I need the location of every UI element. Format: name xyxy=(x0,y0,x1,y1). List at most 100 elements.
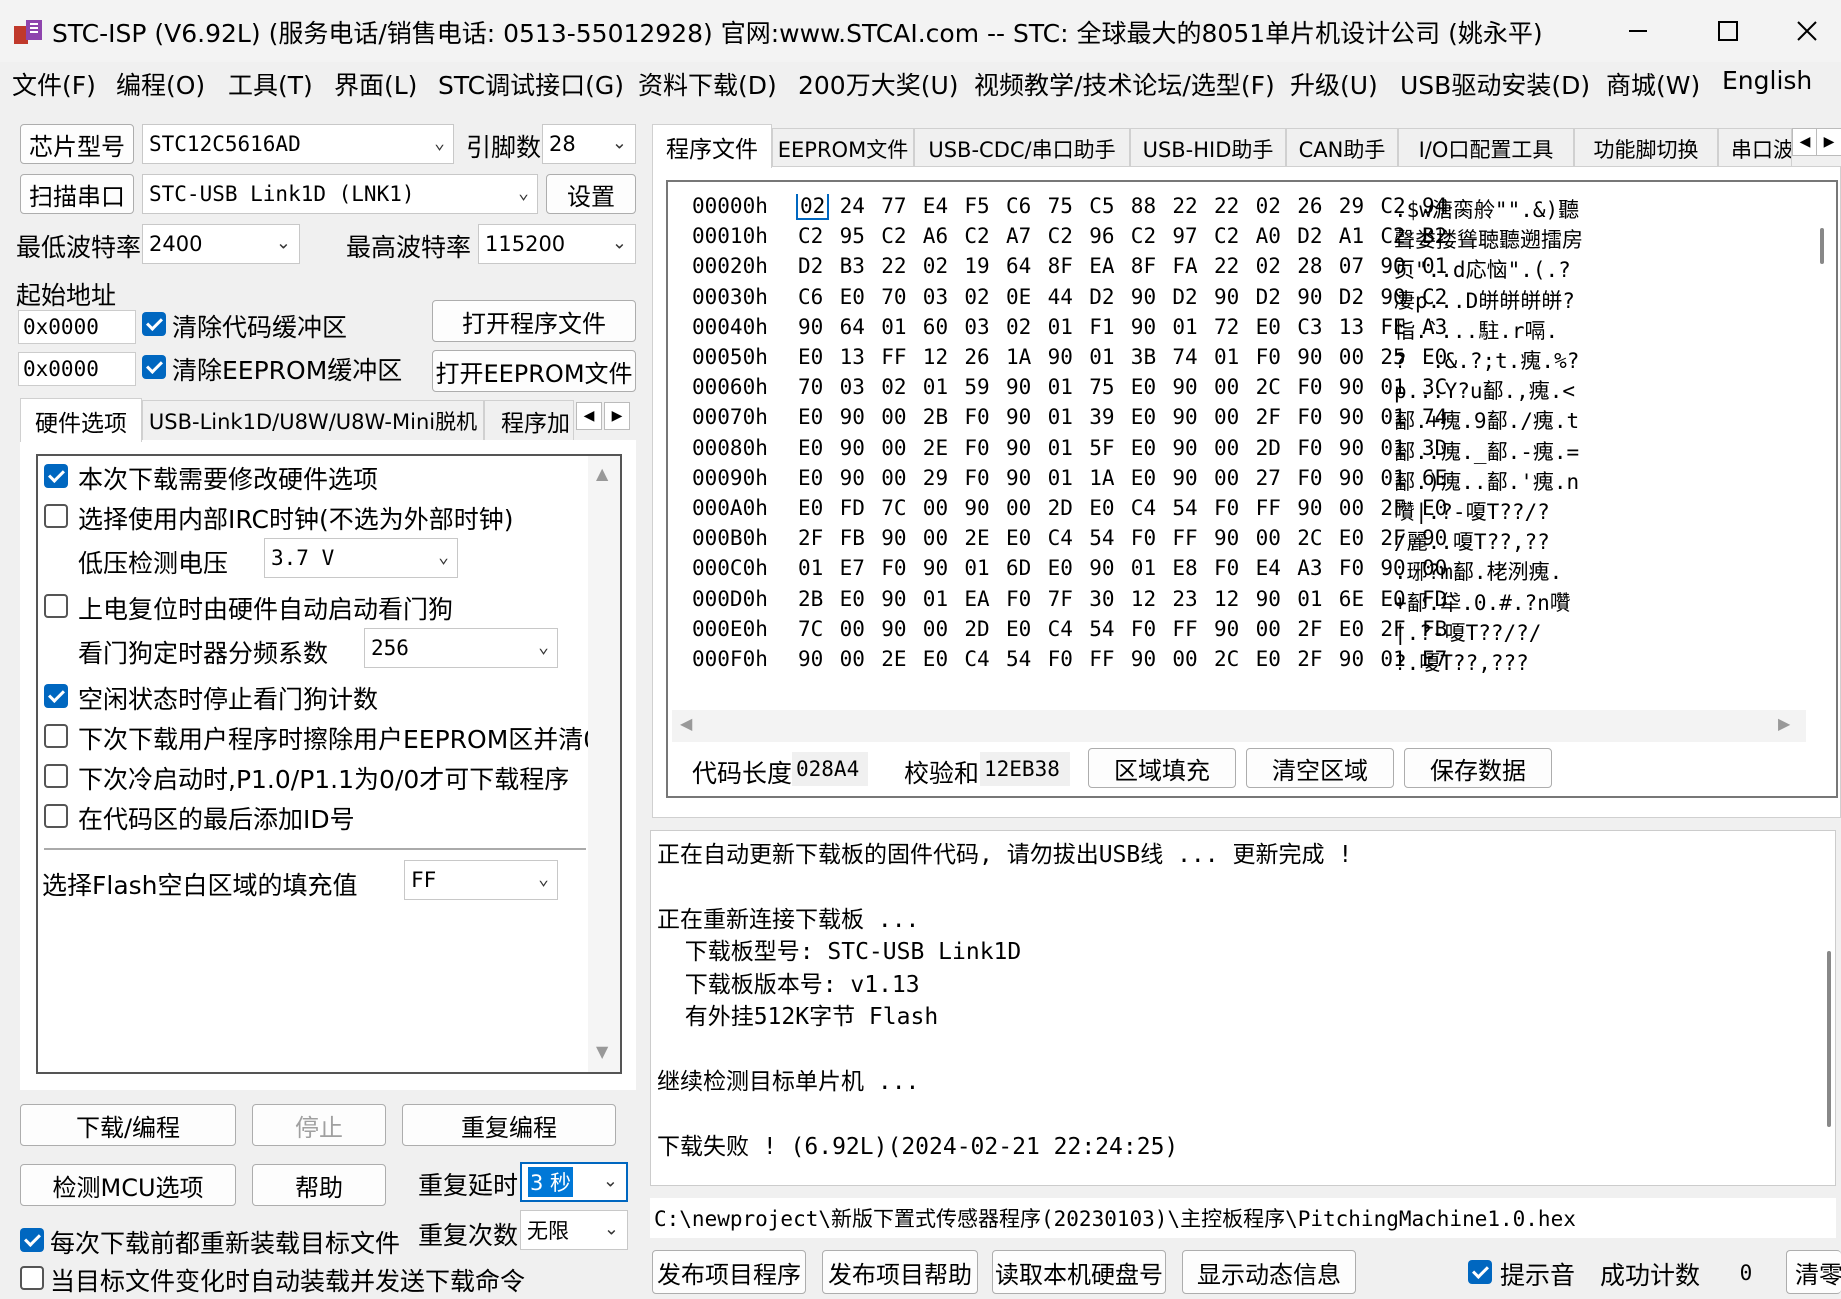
hex-byte[interactable]: D2 xyxy=(1256,285,1281,309)
hex-byte[interactable]: C3 xyxy=(1297,315,1322,339)
hex-byte[interactable]: 54 xyxy=(1089,526,1114,550)
hex-byte[interactable]: 01 xyxy=(923,587,948,611)
hex-byte[interactable]: 7C xyxy=(881,496,906,520)
hex-byte[interactable]: C4 xyxy=(1048,526,1073,550)
clear-eeprom-checkbox[interactable] xyxy=(142,355,166,379)
maximize-button[interactable] xyxy=(1683,0,1773,62)
repeat-program-button[interactable]: 重复编程 xyxy=(402,1104,616,1146)
hex-editor[interactable]: 00000h 02 24 77 E4 F5 C6 75 C5 88 22 22 02 26 29 C2 94 .$… xyxy=(666,180,1838,798)
hex-byte[interactable]: E0 xyxy=(1131,375,1156,399)
hex-byte[interactable]: C2 xyxy=(964,224,989,248)
hex-byte[interactable]: E0 xyxy=(1048,556,1073,580)
hex-byte[interactable]: 90 xyxy=(798,647,823,671)
menu-upgrade[interactable]: 升级(U) xyxy=(1290,66,1378,102)
hex-byte[interactable]: 90 xyxy=(1297,496,1322,520)
hex-byte[interactable]: 00 xyxy=(1172,647,1197,671)
log-output[interactable]: 正在自动更新下载板的固件代码, 请勿拔出USB线 ... 更新完成 ! 正在重新连… xyxy=(650,830,1836,1186)
hex-byte[interactable]: 2B xyxy=(798,587,823,611)
hex-byte[interactable]: C4 xyxy=(1048,617,1073,641)
hex-vertical-scrollbar[interactable] xyxy=(1808,182,1836,712)
hex-byte[interactable]: 29 xyxy=(923,466,948,490)
hex-byte[interactable]: 02 xyxy=(964,285,989,309)
hex-byte[interactable]: 54 xyxy=(1172,496,1197,520)
hex-byte[interactable]: F0 xyxy=(964,436,989,460)
show-dynamic-info-button[interactable]: 显示动态信息 xyxy=(1182,1250,1356,1294)
tab-can[interactable]: CAN助手 xyxy=(1286,128,1398,168)
options-scrollbar[interactable]: ▲ ▼ xyxy=(588,456,620,1072)
hex-byte[interactable]: 90 xyxy=(881,526,906,550)
open-program-file-button[interactable]: 打开程序文件 xyxy=(432,300,636,342)
hex-byte[interactable]: FB xyxy=(840,526,865,550)
hex-byte[interactable]: 59 xyxy=(964,375,989,399)
hex-byte[interactable]: 26 xyxy=(1297,194,1322,218)
auto-watchdog-checkbox[interactable] xyxy=(44,594,68,618)
hex-byte[interactable]: 22 xyxy=(1214,194,1239,218)
hex-byte[interactable]: E0 xyxy=(798,496,823,520)
menu-english[interactable]: English xyxy=(1722,66,1812,95)
hex-byte[interactable]: 8F xyxy=(1131,254,1156,278)
hex-byte[interactable]: 00 xyxy=(1339,496,1364,520)
hex-byte[interactable]: F0 xyxy=(964,405,989,429)
tab-scroll-left-button[interactable]: ◀ xyxy=(576,402,602,430)
hex-byte[interactable]: 5F xyxy=(1089,436,1114,460)
hex-byte[interactable]: 90 xyxy=(1214,617,1239,641)
hex-byte[interactable]: 90 xyxy=(1006,375,1031,399)
hex-byte[interactable]: 2F xyxy=(798,526,823,550)
hex-byte[interactable]: 44 xyxy=(1048,285,1073,309)
hex-byte[interactable]: E4 xyxy=(1256,556,1281,580)
hex-byte[interactable]: 90 xyxy=(1089,556,1114,580)
settings-button[interactable]: 设置 xyxy=(546,174,636,214)
clear-count-button[interactable]: 清零 xyxy=(1786,1250,1841,1294)
hex-byte[interactable]: B3 xyxy=(840,254,865,278)
hex-byte[interactable]: 96 xyxy=(1089,224,1114,248)
hex-byte[interactable]: 90 xyxy=(1214,285,1239,309)
scan-port-button[interactable]: 扫描串口 xyxy=(20,174,134,214)
hex-byte[interactable]: 3B xyxy=(1131,345,1156,369)
hex-byte[interactable]: A0 xyxy=(1256,224,1281,248)
hex-byte[interactable]: 00 xyxy=(1214,405,1239,429)
hex-byte[interactable]: 01 xyxy=(1048,466,1073,490)
hex-byte[interactable]: 2C xyxy=(1214,647,1239,671)
cold-boot-p1-checkbox[interactable] xyxy=(44,764,68,788)
hex-byte[interactable]: 00 xyxy=(881,436,906,460)
hex-byte[interactable]: 95 xyxy=(840,224,865,248)
hex-byte[interactable]: 90 xyxy=(798,315,823,339)
hex-byte[interactable]: C6 xyxy=(1006,194,1031,218)
hex-byte[interactable]: 1A xyxy=(1089,466,1114,490)
menu-interface[interactable]: 界面(L) xyxy=(334,66,417,102)
hex-byte[interactable]: E0 xyxy=(1089,496,1114,520)
auto-send-checkbox[interactable] xyxy=(20,1266,44,1290)
tab-usb-cdc[interactable]: USB-CDC/串口助手 xyxy=(914,128,1130,168)
hex-byte[interactable]: 03 xyxy=(840,375,865,399)
hex-byte[interactable]: E0 xyxy=(1131,436,1156,460)
internal-irc-checkbox[interactable] xyxy=(44,504,68,528)
fill-value-select[interactable]: FF ⌄ xyxy=(404,860,558,900)
hex-byte[interactable]: 2F xyxy=(1297,647,1322,671)
hex-byte[interactable]: F1 xyxy=(1089,315,1114,339)
hex-byte[interactable]: F0 xyxy=(964,466,989,490)
stop-button[interactable]: 停止 xyxy=(252,1104,386,1146)
hex-byte[interactable]: 6D xyxy=(1006,556,1031,580)
hex-byte[interactable]: 90 xyxy=(1172,436,1197,460)
hex-byte[interactable]: 2D xyxy=(1048,496,1073,520)
hex-byte[interactable]: 13 xyxy=(1339,315,1364,339)
hex-byte[interactable]: C5 xyxy=(1089,194,1114,218)
hex-byte[interactable]: 75 xyxy=(1089,375,1114,399)
menu-usb-driver[interactable]: USB驱动安装(D) xyxy=(1400,66,1590,102)
hex-byte[interactable]: 22 xyxy=(1172,194,1197,218)
hex-byte[interactable]: C2 xyxy=(1048,224,1073,248)
hex-byte[interactable]: 90 xyxy=(1006,405,1031,429)
hex-byte[interactable]: 64 xyxy=(1006,254,1031,278)
hex-byte[interactable]: E0 xyxy=(1339,617,1364,641)
hex-byte[interactable]: 00 xyxy=(840,647,865,671)
hex-byte[interactable]: 01 xyxy=(1048,405,1073,429)
fill-region-button[interactable]: 区域填充 xyxy=(1088,748,1236,788)
hex-byte[interactable]: E0 xyxy=(840,587,865,611)
clear-region-button[interactable]: 清空区域 xyxy=(1246,748,1394,788)
hex-byte[interactable]: F0 xyxy=(1131,617,1156,641)
hex-byte[interactable]: C4 xyxy=(1131,496,1156,520)
tab-eeprom-file[interactable]: EEPROM文件 xyxy=(772,128,914,168)
hex-byte[interactable]: 90 xyxy=(881,587,906,611)
hex-byte[interactable]: F0 xyxy=(1048,647,1073,671)
port-select[interactable]: STC-USB Link1D (LNK1) ⌄ xyxy=(142,174,538,214)
